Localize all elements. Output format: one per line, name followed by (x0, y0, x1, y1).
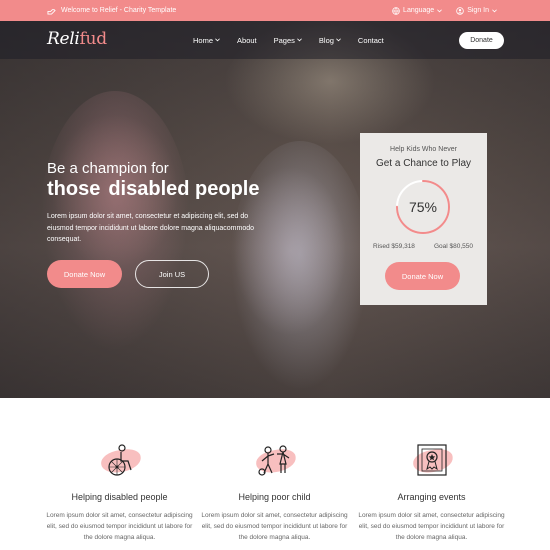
nav-item-contact[interactable]: Contact (358, 36, 384, 45)
goal-amount: Goal $80,550 (433, 243, 473, 250)
feature-poor-child: Helping poor child Lorem ipsum dolor sit… (197, 440, 352, 543)
hand-heart-icon (47, 8, 56, 15)
signin-label: Sign In (467, 7, 489, 14)
globe-icon (392, 6, 400, 15)
welcome-text: Welcome to Relief - Charity Template (61, 7, 177, 14)
progress-percent: 75% (408, 199, 438, 215)
signin-link[interactable]: Sign In (456, 6, 497, 15)
hero-heading-word: those (47, 178, 101, 200)
hero-donate-button[interactable]: Donate Now (47, 260, 122, 288)
nav-item-pages[interactable]: Pages (274, 36, 302, 45)
feature-title: Helping disabled people (71, 492, 168, 502)
chevron-down-icon (437, 8, 443, 12)
language-label: Language (403, 7, 435, 14)
chevron-down-icon (492, 8, 497, 12)
feature-title: Arranging events (397, 492, 466, 502)
site-logo[interactable]: Relifud (47, 29, 107, 49)
welcome-message: Welcome to Relief - Charity Template (47, 0, 176, 21)
main-navbar: Relifud Home About Pages Blog Contact Do… (0, 21, 550, 59)
nav-donate-button[interactable]: Donate (459, 32, 504, 49)
feature-text: Lorem ipsum dolor sit amet, consectetur … (201, 512, 348, 541)
card-subtitle: Help Kids Who Never (390, 146, 457, 153)
chevron-down-icon (336, 38, 341, 42)
feature-text: Lorem ipsum dolor sit amet, consectetur … (46, 512, 193, 541)
wheelchair-icon (107, 444, 132, 476)
raised-amount: Rised $59,318 (373, 243, 415, 250)
feature-text: Lorem ipsum dolor sit amet, consectetur … (358, 512, 505, 541)
children-icon (257, 445, 289, 476)
card-title: Get a Chance to Play (375, 158, 472, 169)
feature-title: Helping poor child (238, 492, 311, 502)
hero-heading-line1: Be a champion for (47, 160, 169, 177)
main-menu: Home About Pages Blog Contact (193, 21, 384, 59)
hero-heading-line2: those disabled people (47, 178, 263, 201)
language-selector[interactable]: Language (392, 6, 443, 15)
certificate-icon (416, 444, 447, 476)
hero-description: Lorem ipsum dolor sit amet, consectetur … (47, 213, 255, 243)
hero-join-button[interactable]: Join US (135, 260, 209, 288)
feature-events: Arranging events Lorem ipsum dolor sit a… (354, 440, 509, 543)
top-bar: Welcome to Relief - Charity Template Lan… (0, 0, 550, 21)
hero-heading-highlight: disabled people (105, 178, 263, 200)
donation-card: Help Kids Who Never Get a Chance to Play… (360, 133, 487, 305)
nav-item-home[interactable]: Home (193, 36, 220, 45)
nav-item-blog[interactable]: Blog (319, 36, 341, 45)
card-donate-button[interactable]: Donate Now (385, 262, 460, 290)
user-icon (456, 6, 464, 15)
nav-item-about[interactable]: About (237, 36, 257, 45)
chevron-down-icon (215, 38, 220, 42)
chevron-down-icon (297, 38, 302, 42)
feature-disabled-people: Helping disabled people Lorem ipsum dolo… (42, 440, 197, 543)
